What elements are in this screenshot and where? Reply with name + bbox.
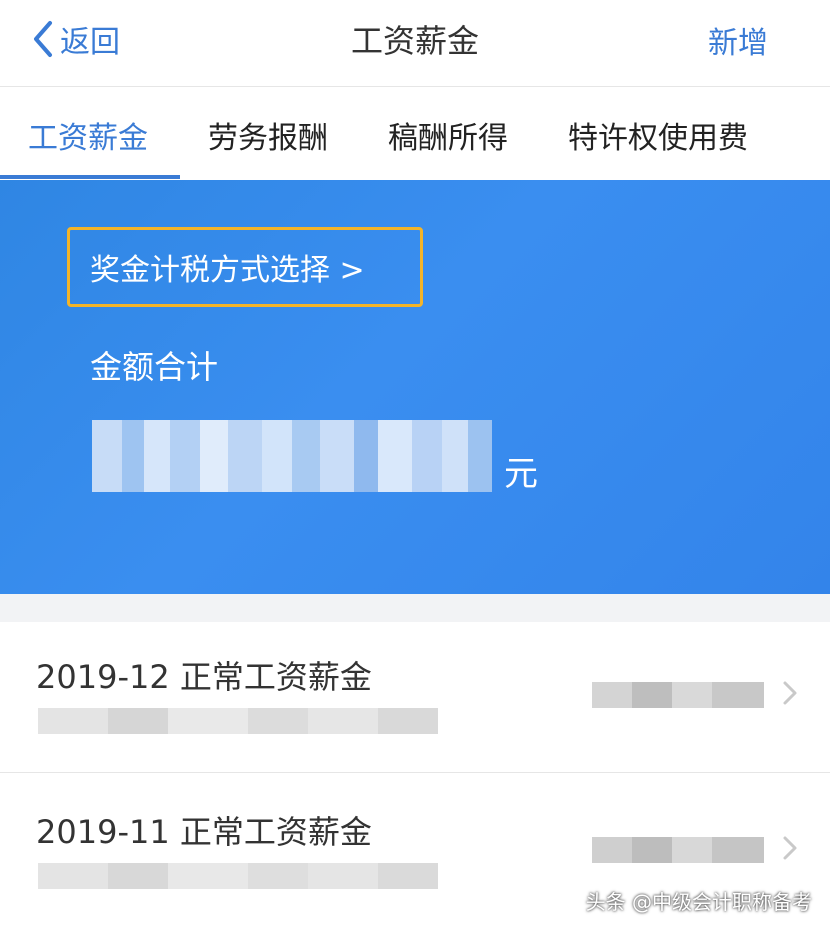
- watermark-text: 头条 @中级会计职称备考: [585, 890, 812, 914]
- record-amount-blurred: [592, 837, 764, 863]
- nav-bar: 返回 工资薪金 新增: [0, 0, 830, 87]
- chevron-right-icon: [783, 681, 797, 705]
- record-title: 2019-12 正常工资薪金: [36, 658, 372, 696]
- add-button[interactable]: 新增: [708, 18, 768, 62]
- bonus-tax-method-button[interactable]: 奖金计税方式选择 >: [67, 227, 423, 307]
- tab-author-remuneration[interactable]: 稿酬所得: [388, 113, 508, 157]
- list-item[interactable]: 2019-12 正常工资薪金: [0, 622, 830, 773]
- tab-wages[interactable]: 工资薪金: [28, 113, 148, 157]
- record-subtitle-blurred: [38, 708, 438, 734]
- record-amount-blurred: [592, 682, 764, 708]
- record-title: 2019-11 正常工资薪金: [36, 813, 372, 851]
- section-divider: [0, 594, 830, 622]
- page-title: 工资薪金: [350, 22, 479, 60]
- chevron-right-icon: [783, 836, 797, 860]
- record-subtitle-blurred: [38, 863, 438, 889]
- income-type-tabs: 工资薪金 劳务报酬 稿酬所得 特许权使用费: [0, 87, 830, 179]
- total-amount-value-blurred: [92, 420, 492, 492]
- tab-royalties[interactable]: 特许权使用费: [568, 113, 748, 157]
- tab-labor-remuneration[interactable]: 劳务报酬: [208, 113, 328, 157]
- summary-banner: 奖金计税方式选择 > 金额合计 元: [0, 180, 830, 594]
- total-amount-label: 金额合计: [90, 348, 219, 386]
- active-tab-indicator: [0, 175, 180, 179]
- amount-unit: 元: [504, 454, 538, 494]
